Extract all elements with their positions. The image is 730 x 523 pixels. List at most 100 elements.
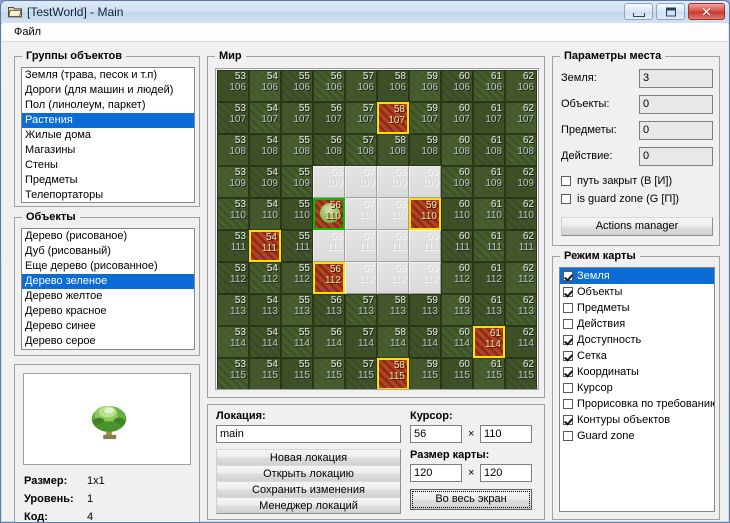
checkbox-icon[interactable] [563,271,573,281]
checkbox-icon[interactable] [563,383,573,393]
checkbox-icon[interactable] [563,351,573,361]
map-cell[interactable]: 57 109 [345,166,377,198]
map-cell[interactable]: 53 115 [217,358,249,389]
maximize-button[interactable] [656,3,685,20]
map-cell[interactable]: 62 115 [505,358,537,389]
map-cell[interactable]: 60 106 [441,70,473,102]
checkbox-icon[interactable] [563,303,573,313]
map-cell[interactable]: 60 110 [441,198,473,230]
map-cell[interactable]: 57 110 [345,198,377,230]
map-cell[interactable]: 54 115 [249,358,281,389]
checkbox-icon[interactable] [563,319,573,329]
map-mode-item-1[interactable]: Объекты [560,284,714,300]
map-cell[interactable]: 56 107 [313,102,345,134]
object-item-7[interactable]: Дерево серое [22,334,194,349]
map-cell[interactable]: 59 106 [409,70,441,102]
map-cell[interactable]: 61 110 [473,198,505,230]
map-cell[interactable]: 61 113 [473,294,505,326]
map-cell[interactable]: 61 109 [473,166,505,198]
map-mode-item-4[interactable]: Доступность [560,332,714,348]
map-cell[interactable]: 61 107 [473,102,505,134]
fullscreen-button[interactable]: Во весь экран [410,489,532,510]
object-group-item-5[interactable]: Магазины [22,143,194,158]
map-cell[interactable]: 56 106 [313,70,345,102]
checkbox-icon[interactable] [563,399,573,409]
map-cell[interactable]: 62 111 [505,230,537,262]
objects-list[interactable]: Дерево (рисованое) Дуб (рисованый) Еще дер… [21,228,195,350]
object-group-item-3[interactable]: Растения [22,113,194,128]
map-cell[interactable]: 58 113 [377,294,409,326]
map-mode-item-6[interactable]: Координаты [560,364,714,380]
map-cell[interactable]: 54 112 [249,262,281,294]
map-cell[interactable]: 56 112 [313,262,345,294]
map-cell[interactable]: 53 112 [217,262,249,294]
checkbox-icon[interactable] [563,287,573,297]
map-cell[interactable]: 59 109 [409,166,441,198]
place-param-value-2[interactable]: 0 [639,121,713,140]
map-cell[interactable]: 61 108 [473,134,505,166]
map-cell[interactable]: 54 109 [249,166,281,198]
checkbox-icon[interactable] [563,335,573,345]
map-cell[interactable]: 55 111 [281,230,313,262]
map-cell[interactable]: 55 107 [281,102,313,134]
map-cell[interactable]: 55 106 [281,70,313,102]
object-item-3[interactable]: Дерево зеленое [22,274,194,289]
object-group-item-6[interactable]: Стены [22,158,194,173]
object-group-item-8[interactable]: Телепортаторы [22,188,194,202]
checkbox-icon[interactable] [563,367,573,377]
new-location-button[interactable]: Новая локация [216,449,401,466]
map-cell[interactable]: 54 108 [249,134,281,166]
map-cell[interactable]: 61 106 [473,70,505,102]
map-cell[interactable]: 62 109 [505,166,537,198]
map-cell[interactable]: 58 112 [377,262,409,294]
map-mode-item-7[interactable]: Курсор [560,380,714,396]
map-cell[interactable]: 53 109 [217,166,249,198]
place-param-value-0[interactable]: 3 [639,69,713,88]
map-cell[interactable]: 53 110 [217,198,249,230]
map-cell[interactable]: 57 115 [345,358,377,389]
map-cell[interactable]: 62 114 [505,326,537,358]
object-groups-list[interactable]: Земля (трава, песок и т.п) Дороги (для ма… [21,67,195,203]
minimize-button[interactable] [624,3,653,20]
map-cell[interactable]: 53 113 [217,294,249,326]
menu-item-file[interactable]: Файл [10,25,45,39]
map-cell[interactable]: 55 115 [281,358,313,389]
map-width-input[interactable]: 120 [410,464,462,482]
map-cell[interactable]: 62 110 [505,198,537,230]
object-group-item-4[interactable]: Жилые дома [22,128,194,143]
object-item-4[interactable]: Дерево желтое [22,289,194,304]
map-cell[interactable]: 54 110 [249,198,281,230]
map-mode-item-3[interactable]: Действия [560,316,714,332]
map-cell[interactable]: 55 108 [281,134,313,166]
map-cell[interactable]: 55 109 [281,166,313,198]
map-cell[interactable]: 56 108 [313,134,345,166]
cursor-x-input[interactable]: 56 [410,425,462,443]
map-cell[interactable]: 57 113 [345,294,377,326]
map-cell[interactable]: 58 111 [377,230,409,262]
map-cell[interactable]: 62 112 [505,262,537,294]
map-cell[interactable]: 54 114 [249,326,281,358]
map-cell[interactable]: 56 110 [313,198,345,230]
map-cell[interactable]: 56 111 [313,230,345,262]
map-cell[interactable]: 60 115 [441,358,473,389]
object-group-item-0[interactable]: Земля (трава, песок и т.п) [22,68,194,83]
map-cell[interactable]: 60 112 [441,262,473,294]
map-cell[interactable]: 60 111 [441,230,473,262]
map-cell[interactable]: 56 114 [313,326,345,358]
map-cell[interactable]: 60 107 [441,102,473,134]
checkbox-icon[interactable] [563,415,573,425]
map-cell[interactable]: 59 107 [409,102,441,134]
map-cell[interactable]: 54 106 [249,70,281,102]
map-cell[interactable]: 58 110 [377,198,409,230]
location-name-input[interactable]: main [216,425,401,443]
save-changes-button[interactable]: Сохранить изменения [216,481,401,498]
map-cell[interactable]: 59 113 [409,294,441,326]
map-cell[interactable]: 59 112 [409,262,441,294]
map-cell[interactable]: 57 106 [345,70,377,102]
map-cell[interactable]: 57 111 [345,230,377,262]
map-cell[interactable]: 55 112 [281,262,313,294]
object-item-1[interactable]: Дуб (рисованый) [22,244,194,259]
map-cell[interactable]: 59 110 [409,198,441,230]
map-cell[interactable]: 62 106 [505,70,537,102]
map-cell[interactable]: 58 109 [377,166,409,198]
